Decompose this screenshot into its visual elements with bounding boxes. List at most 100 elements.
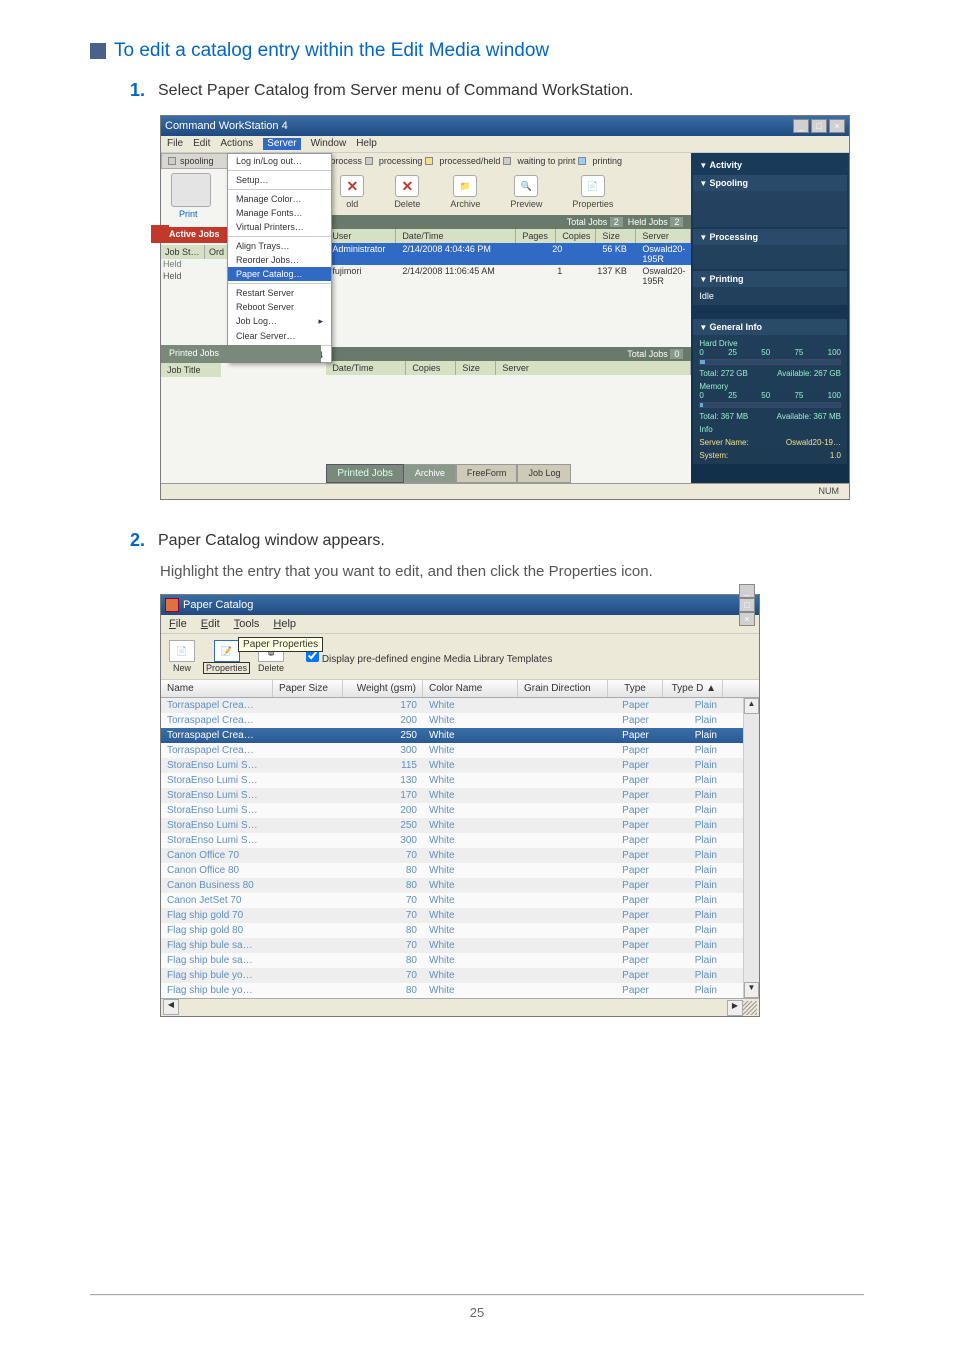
pc-row[interactable]: Flag ship bule yo…70WhitePaperPlain xyxy=(161,968,743,983)
pc-minimize-button[interactable]: _ xyxy=(739,584,755,598)
scroll-left-icon[interactable]: ◀ xyxy=(163,999,179,1015)
col-jobstatus[interactable]: Job St… xyxy=(161,245,205,259)
properties-button[interactable]: 📄Properties xyxy=(572,175,613,209)
pc-row[interactable]: Canon Office 7070WhitePaperPlain xyxy=(161,848,743,863)
pc-maximize-button[interactable]: □ xyxy=(739,598,755,612)
pc-row[interactable]: Torraspapel Crea…200WhitePaperPlain xyxy=(161,713,743,728)
hold-button[interactable]: ✕old xyxy=(340,175,364,209)
section-heading-text: To edit a catalog entry within the Edit … xyxy=(114,40,549,62)
pc-row[interactable]: Flag ship bule sa…80WhitePaperPlain xyxy=(161,953,743,968)
step-1-text: Select Paper Catalog from Server menu of… xyxy=(158,80,633,101)
maximize-button[interactable]: □ xyxy=(811,119,827,133)
job-list-header[interactable]: User Date/Time Pages Copies Size Server xyxy=(326,229,691,243)
menu-actions[interactable]: Actions xyxy=(220,138,253,150)
pc-row[interactable]: StoraEnso Lumi S…200WhitePaperPlain xyxy=(161,803,743,818)
pc-row[interactable]: Flag ship bule yo…80WhitePaperPlain xyxy=(161,983,743,998)
general-info-panel[interactable]: General Info xyxy=(693,319,847,335)
pc-row[interactable]: Flag ship bule sa…70WhitePaperPlain xyxy=(161,938,743,953)
pc-row[interactable]: Torraspapel Crea…300WhitePaperPlain xyxy=(161,743,743,758)
scroll-up-icon[interactable]: ▲ xyxy=(744,698,759,714)
pc-row[interactable]: StoraEnso Lumi S…170WhitePaperPlain xyxy=(161,788,743,803)
printed-list-header[interactable]: Date/Time Copies Size Server xyxy=(326,361,691,375)
new-button[interactable]: 📄 New xyxy=(169,640,195,673)
pc-grid-header[interactable]: Name Paper Size Weight (gsm) Color Name … xyxy=(161,680,759,698)
printed-jobs-bar[interactable]: Printed Jobs xyxy=(161,345,321,363)
page-number: 25 xyxy=(0,1305,954,1320)
pc-menu-help[interactable]: Help xyxy=(273,618,296,630)
server-dropdown-menu[interactable]: Log in/Log out… Setup… Manage Color… Man… xyxy=(227,153,332,363)
col-name[interactable]: Name xyxy=(161,680,273,697)
menu-job-log[interactable]: Job Log…▸ xyxy=(228,314,331,329)
pc-row[interactable]: Canon Office 8080WhitePaperPlain xyxy=(161,863,743,878)
pc-menu-file[interactable]: File xyxy=(169,618,187,630)
menu-clear-server[interactable]: Clear Server… xyxy=(228,329,331,343)
tab-freeform[interactable]: FreeForm xyxy=(456,464,518,483)
job-row[interactable]: fujimori 2/14/2008 11:06:45 AM 1 1 37 KB… xyxy=(326,265,691,287)
close-button[interactable]: × xyxy=(829,119,845,133)
scroll-right-icon[interactable]: ▶ xyxy=(727,1000,743,1016)
cws-menubar[interactable]: File Edit Actions Server Window Help xyxy=(161,136,849,153)
menu-restart-server[interactable]: Restart Server xyxy=(228,286,331,300)
preview-button[interactable]: 🔍Preview xyxy=(510,175,542,209)
printing-panel[interactable]: Printing xyxy=(693,271,847,287)
pc-row[interactable]: StoraEnso Lumi S…130WhitePaperPlain xyxy=(161,773,743,788)
pc-row[interactable]: Flag ship gold 7070WhitePaperPlain xyxy=(161,908,743,923)
pc-menubar[interactable]: File Edit Tools Help xyxy=(161,615,759,634)
delete-button[interactable]: ✕Delete xyxy=(394,175,420,209)
menu-login[interactable]: Log in/Log out… xyxy=(228,154,331,168)
menu-help[interactable]: Help xyxy=(356,138,377,150)
menu-manage-color[interactable]: Manage Color… xyxy=(228,192,331,206)
col-type-d[interactable]: Type D ▲ xyxy=(663,680,723,697)
tab-archive[interactable]: Archive xyxy=(404,464,456,483)
scroll-down-icon[interactable]: ▼ xyxy=(744,982,759,998)
held-row-2[interactable]: Held xyxy=(163,271,182,281)
pc-row[interactable]: StoraEnso Lumi S…250WhitePaperPlain xyxy=(161,818,743,833)
held-row-1[interactable]: Held xyxy=(163,259,182,269)
pc-titlebar[interactable]: Paper Catalog _ □ × xyxy=(161,595,759,615)
resize-handle-icon[interactable] xyxy=(743,1001,757,1015)
menu-paper-catalog[interactable]: Paper Catalog… xyxy=(228,267,331,281)
hard-drive-label: Hard Drive xyxy=(699,339,841,348)
menu-file[interactable]: File xyxy=(167,138,183,150)
pc-row[interactable]: Torraspapel Crea…250WhitePaperPlain xyxy=(161,728,743,743)
menu-window[interactable]: Window xyxy=(311,138,347,150)
menu-server[interactable]: Server xyxy=(263,138,300,150)
cws-bottom-tabs[interactable]: Printed Jobs Archive FreeForm Job Log xyxy=(326,464,691,483)
pc-close-button[interactable]: × xyxy=(739,612,755,626)
new-icon: 📄 xyxy=(169,640,195,662)
pc-horizontal-scrollbar[interactable]: ◀ ▶ xyxy=(161,998,759,1016)
menu-align-trays[interactable]: Align Trays… xyxy=(228,239,331,253)
pc-row[interactable]: StoraEnso Lumi S…300WhitePaperPlain xyxy=(161,833,743,848)
col-color[interactable]: Color Name xyxy=(423,680,518,697)
pc-menu-edit[interactable]: Edit xyxy=(201,618,220,630)
pc-row[interactable]: Flag ship gold 8080WhitePaperPlain xyxy=(161,923,743,938)
menu-reboot-server[interactable]: Reboot Server xyxy=(228,300,331,314)
pc-row[interactable]: Canon JetSet 7070WhitePaperPlain xyxy=(161,893,743,908)
menu-reorder-jobs[interactable]: Reorder Jobs… xyxy=(228,253,331,267)
menu-manage-fonts[interactable]: Manage Fonts… xyxy=(228,206,331,220)
minimize-button[interactable]: _ xyxy=(793,119,809,133)
pc-row[interactable]: Canon Business 8080WhitePaperPlain xyxy=(161,878,743,893)
menu-edit[interactable]: Edit xyxy=(193,138,210,150)
job-row[interactable]: Administrator 2/14/2008 4:04:46 PM 20 56… xyxy=(326,243,691,265)
display-templates-checkbox[interactable]: Display pre-defined engine Media Library… xyxy=(306,649,552,665)
spooling-panel[interactable]: Spooling xyxy=(693,175,847,191)
col-grain[interactable]: Grain Direction xyxy=(518,680,608,697)
pc-menu-tools[interactable]: Tools xyxy=(234,618,260,630)
pc-row[interactable]: StoraEnso Lumi S…115WhitePaperPlain xyxy=(161,758,743,773)
pc-vertical-scrollbar[interactable]: ▲ ▼ xyxy=(743,698,759,998)
archive-button[interactable]: 📁Archive xyxy=(450,175,480,209)
menu-setup[interactable]: Setup… xyxy=(228,173,331,187)
col-type[interactable]: Type xyxy=(608,680,663,697)
cws-titlebar[interactable]: Command WorkStation 4 _ □ × xyxy=(161,116,849,136)
col-paper-size[interactable]: Paper Size xyxy=(273,680,343,697)
job-title-header[interactable]: Job Title xyxy=(161,363,221,377)
tab-printed-jobs[interactable]: Printed Jobs xyxy=(326,464,404,483)
col-weight[interactable]: Weight (gsm) xyxy=(343,680,423,697)
pc-row[interactable]: Torraspapel Crea…170WhitePaperPlain xyxy=(161,698,743,713)
print-label: Print xyxy=(179,209,198,219)
tab-joblog[interactable]: Job Log xyxy=(517,464,571,483)
menu-virtual-printers[interactable]: Virtual Printers… xyxy=(228,220,331,234)
pc-rows[interactable]: Torraspapel Crea…170WhitePaperPlainTorra… xyxy=(161,698,743,998)
processing-panel[interactable]: Processing xyxy=(693,229,847,245)
